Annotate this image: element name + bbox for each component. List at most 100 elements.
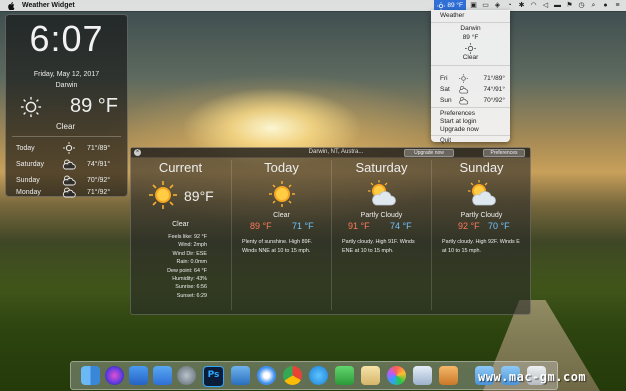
volume-icon[interactable]: ◁ [541, 2, 550, 10]
widget-time: 6:07 [29, 18, 104, 59]
close-button[interactable]: × [134, 149, 141, 156]
sun-icon [437, 1, 446, 10]
partly-cloudy-icon [62, 187, 76, 198]
detail-sunset: Sunset: 6:29 [176, 292, 207, 299]
xcode-icon[interactable] [153, 366, 172, 385]
menu-city: Darwin [460, 25, 481, 32]
menu-separator [431, 65, 510, 66]
launchpad-icon[interactable] [177, 366, 196, 385]
weather-panel: × Darwin, NT, Austra... Upgrade now Pref… [130, 147, 531, 315]
screenshot-app-icon[interactable] [413, 366, 432, 385]
widget-temperature: 89 °F [70, 95, 119, 117]
menu-header: Weather [440, 12, 465, 19]
detail-sunrise: Sunrise: 6:56 [175, 284, 207, 291]
today-column: Today Clear 89 °F 71 °F Plenty of sunshi… [232, 158, 331, 313]
menu-item-quit[interactable]: Quit [440, 138, 451, 144]
partly-cloudy-icon [62, 159, 76, 170]
messages-icon[interactable] [309, 366, 328, 385]
menu-item-upgrade-now[interactable]: Upgrade now [440, 126, 479, 133]
partly-cloudy-icon [368, 180, 396, 206]
panel-location-title: Darwin, NT, Austra... [308, 149, 364, 155]
forecast-range: 70°/92° [87, 176, 111, 184]
day-description: Partly cloudy. High 91F. Winds ENE at 10… [342, 239, 415, 254]
forecast-range: 71°/92° [87, 188, 111, 196]
day-low: 70 °F [488, 221, 510, 231]
detail-wind-dir: Wind Dir: ESE [172, 250, 207, 257]
menu-separator [431, 107, 510, 108]
sun-icon [63, 142, 75, 154]
current-heading: Current [158, 160, 203, 175]
current-details: Feels like: 92 °F Wind: 2mph Wind Dir: E… [139, 233, 207, 300]
desktop-weather-widget[interactable]: 6:07 Friday, May 12, 2017 Darwin 89 °F C… [5, 14, 128, 198]
menu-separator [431, 22, 510, 23]
contacts-icon[interactable] [361, 366, 380, 385]
chrome-icon[interactable] [283, 366, 302, 385]
widget-city: Darwin [55, 82, 78, 89]
bluetooth-icon[interactable]: ✱ [517, 2, 526, 10]
sun-icon [20, 96, 42, 118]
forecast-day: Monday [16, 188, 41, 196]
menu-condition: Clear [462, 54, 479, 61]
widget-forecast-row: Sunday 70°/92° [16, 173, 120, 187]
sun-icon [465, 43, 476, 54]
current-temperature: 89°F [184, 188, 214, 204]
clock-icon[interactable]: ◷ [577, 2, 586, 10]
day-condition: Clear [273, 212, 290, 219]
day-condition: Partly Cloudy [360, 212, 403, 219]
sun-icon [269, 181, 295, 207]
photoshop-icon[interactable]: Ps [203, 366, 224, 387]
menu-item-preferences[interactable]: Preferences [440, 110, 475, 117]
widget-forecast-row: Monday 71°/92° [16, 187, 120, 198]
forecast-range: 71°/89° [87, 144, 111, 152]
app-store-icon[interactable] [129, 366, 148, 385]
current-condition: Clear [172, 221, 189, 228]
forecast-day: Sunday [16, 176, 40, 184]
partly-cloudy-icon [459, 85, 469, 93]
wifi-icon[interactable]: ◠ [529, 2, 538, 10]
menu-forecast-range: 70°/92° [483, 96, 505, 104]
display-icon[interactable]: ▭ [481, 2, 490, 10]
day-heading: Sunday [459, 160, 504, 175]
preview-icon[interactable] [231, 366, 250, 385]
widget-forecast-row: Saturday 74°/91° [16, 157, 120, 171]
spotlight-icon[interactable]: ⌕ [589, 2, 598, 10]
siri-icon[interactable] [105, 366, 124, 385]
safari-icon[interactable] [257, 366, 276, 385]
preferences-button[interactable]: Preferences [483, 149, 525, 157]
detail-rain: Rain: 0.0mm [176, 259, 207, 266]
app-name[interactable]: Weather Widget [22, 2, 75, 9]
detail-wind: Wind: 2mph [178, 242, 207, 249]
battery-icon[interactable]: ▬ [553, 2, 562, 10]
menu-bar: Weather Widget 89 °F ▣ ▭ ◈ ◔ ✱ ◠ ◁ ▬ ⚑ ◷… [0, 0, 626, 11]
menu-forecast-range: 74°/91° [483, 85, 505, 93]
menu-forecast-day: Sat [440, 85, 450, 93]
notification-center-icon[interactable]: ≡ [613, 2, 622, 10]
sun-icon [459, 73, 468, 83]
partly-cloudy-icon [62, 175, 76, 186]
forecast-day: Saturday [16, 160, 45, 168]
watermark: www.mac-gm.com [478, 370, 587, 384]
menu-separator [431, 135, 510, 136]
forecast-range: 74°/91° [87, 160, 111, 168]
upgrade-now-button[interactable]: Upgrade now [404, 149, 454, 157]
day-heading: Today [264, 160, 299, 175]
menu-forecast-day: Fri [440, 74, 448, 82]
saturday-column: Saturday Partly Cloudy 91 °F 74 °F Partl… [332, 158, 431, 313]
weather-widget-dock-icon[interactable] [439, 366, 458, 385]
siri-icon[interactable]: ● [601, 2, 610, 10]
day-description: Partly cloudy. High 92F. Winds E at 10 t… [442, 239, 520, 254]
menubar-weather-temp: 89 °F [447, 2, 463, 9]
facetime-icon[interactable] [335, 366, 354, 385]
menu-forecast-day: Sun [440, 96, 452, 104]
cast-icon[interactable]: ◈ [493, 2, 502, 10]
detail-dew-point: Dew point: 64 °F [167, 267, 207, 274]
apple-icon[interactable] [6, 1, 16, 10]
finder-icon[interactable] [81, 366, 100, 385]
time-machine-icon[interactable]: ◔ [505, 2, 514, 10]
partly-cloudy-icon [468, 180, 496, 206]
photos-icon[interactable] [387, 366, 406, 385]
widget-forecast-row: Today 71°/89° [16, 141, 120, 155]
flag-icon[interactable]: ⚑ [565, 2, 574, 10]
square-status-icon[interactable]: ▣ [469, 2, 478, 10]
menu-item-start-at-login[interactable]: Start at login [440, 118, 477, 125]
